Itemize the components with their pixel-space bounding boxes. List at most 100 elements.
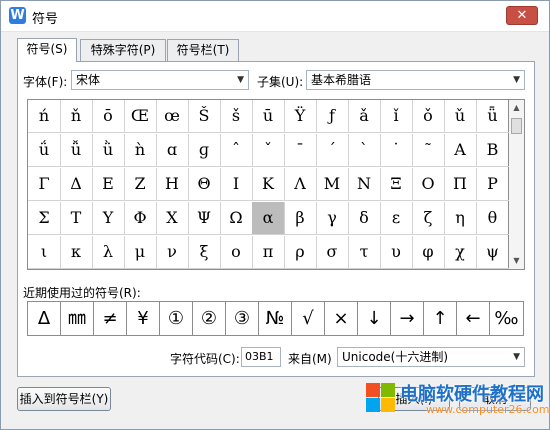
symbol-cell[interactable]: ǔ — [444, 100, 477, 133]
symbol-cell[interactable]: Β — [476, 134, 509, 167]
symbol-cell[interactable]: Π — [444, 168, 477, 201]
symbol-cell[interactable]: ō — [92, 100, 125, 133]
symbol-cell[interactable]: π — [252, 236, 285, 269]
symbol-cell[interactable]: θ — [476, 202, 509, 235]
symbol-cell[interactable]: ι — [28, 236, 61, 269]
recent-symbol-cell[interactable]: ① — [160, 302, 193, 335]
symbol-cell[interactable]: ǘ — [28, 134, 61, 167]
symbol-cell[interactable]: ρ — [284, 236, 317, 269]
symbol-cell[interactable]: η — [444, 202, 477, 235]
close-button[interactable]: ✕ — [506, 6, 538, 25]
symbol-cell[interactable]: Σ — [28, 202, 61, 235]
subset-select[interactable]: 基本希腊语 ▼ — [306, 70, 525, 90]
symbol-cell[interactable]: œ — [156, 100, 189, 133]
symbol-cell[interactable]: Κ — [252, 168, 285, 201]
symbol-cell[interactable]: ǹ — [124, 134, 157, 167]
symbol-cell[interactable]: ψ — [476, 236, 509, 269]
symbol-cell[interactable]: Θ — [188, 168, 221, 201]
symbol-cell[interactable]: Ψ — [188, 202, 221, 235]
symbol-cell[interactable]: Ÿ — [284, 100, 317, 133]
symbol-cell[interactable]: ƒ — [316, 100, 349, 133]
symbol-cell[interactable]: ǜ — [92, 134, 125, 167]
symbol-cell[interactable]: ǒ — [412, 100, 445, 133]
symbol-cell[interactable]: ˇ — [252, 134, 285, 167]
symbol-cell[interactable]: ǖ — [476, 100, 509, 133]
symbol-cell[interactable]: ˉ — [284, 134, 317, 167]
symbol-cell[interactable]: λ — [92, 236, 125, 269]
recent-symbol-cell[interactable]: ③ — [226, 302, 259, 335]
symbol-cell[interactable]: ǐ — [380, 100, 413, 133]
recent-symbol-cell[interactable]: ≠ — [94, 302, 127, 335]
symbol-cell[interactable]: Φ — [124, 202, 157, 235]
recent-symbol-cell[interactable]: ← — [457, 302, 490, 335]
symbol-cell[interactable]: σ — [316, 236, 349, 269]
symbol-cell[interactable]: ɡ — [188, 134, 221, 167]
recent-symbol-cell[interactable]: × — [325, 302, 358, 335]
symbol-cell[interactable]: ˆ — [220, 134, 253, 167]
symbol-cell[interactable]: ǎ — [348, 100, 381, 133]
symbol-cell[interactable]: Τ — [60, 202, 93, 235]
symbol-cell[interactable]: ν — [156, 236, 189, 269]
recent-symbol-cell[interactable]: ② — [193, 302, 226, 335]
char-code-input[interactable]: 03B1 — [241, 347, 281, 367]
recent-symbol-cell[interactable]: ↓ — [358, 302, 391, 335]
symbol-cell[interactable]: Ν — [348, 168, 381, 201]
recent-symbol-cell[interactable]: ㎜ — [61, 302, 94, 335]
symbol-cell[interactable]: Γ — [28, 168, 61, 201]
symbol-cell[interactable]: ε — [380, 202, 413, 235]
symbol-cell[interactable]: κ — [60, 236, 93, 269]
symbol-cell[interactable]: β — [284, 202, 317, 235]
symbol-cell[interactable]: ζ — [412, 202, 445, 235]
tab-symbol-bar[interactable]: 符号栏(T) — [167, 39, 239, 61]
symbol-cell[interactable]: ˊ — [316, 134, 349, 167]
symbol-cell[interactable]: α — [252, 202, 285, 235]
symbol-cell[interactable]: Δ — [60, 168, 93, 201]
encoding-select[interactable]: Unicode(十六进制) ▼ — [337, 347, 525, 367]
recent-symbol-cell[interactable]: ¥ — [127, 302, 160, 335]
symbol-cell[interactable]: γ — [316, 202, 349, 235]
symbol-cell[interactable]: Ι — [220, 168, 253, 201]
recent-symbol-cell[interactable]: № — [259, 302, 292, 335]
symbol-cell[interactable]: τ — [348, 236, 381, 269]
symbol-grid-scrollbar[interactable]: ▲ ▼ — [509, 99, 525, 270]
symbol-cell[interactable]: υ — [380, 236, 413, 269]
symbol-cell[interactable]: ˋ — [348, 134, 381, 167]
symbol-cell[interactable]: Ξ — [380, 168, 413, 201]
symbol-cell[interactable]: Š — [188, 100, 221, 133]
symbol-cell[interactable]: δ — [348, 202, 381, 235]
symbol-cell[interactable]: ˙ — [380, 134, 413, 167]
symbol-cell[interactable]: Ρ — [476, 168, 509, 201]
symbol-cell[interactable]: Υ — [92, 202, 125, 235]
symbol-cell[interactable]: ū — [252, 100, 285, 133]
tab-special-characters[interactable]: 特殊字符(P) — [80, 39, 166, 61]
tab-symbols[interactable]: 符号(S) — [17, 38, 77, 62]
symbol-cell[interactable]: ǚ — [60, 134, 93, 167]
symbol-cell[interactable]: Α — [444, 134, 477, 167]
recent-symbol-cell[interactable]: ↑ — [424, 302, 457, 335]
symbol-cell[interactable]: φ — [412, 236, 445, 269]
symbol-cell[interactable]: š — [220, 100, 253, 133]
symbol-cell[interactable]: μ — [124, 236, 157, 269]
font-select[interactable]: 宋体 ▼ — [71, 70, 249, 90]
scroll-up-icon[interactable]: ▲ — [509, 101, 524, 115]
symbol-cell[interactable]: ɑ — [156, 134, 189, 167]
symbol-cell[interactable]: ο — [220, 236, 253, 269]
symbol-cell[interactable]: Ε — [92, 168, 125, 201]
symbol-cell[interactable]: ξ — [188, 236, 221, 269]
symbol-cell[interactable]: ˜ — [412, 134, 445, 167]
symbol-cell[interactable]: Μ — [316, 168, 349, 201]
scroll-thumb[interactable] — [511, 118, 522, 134]
recent-symbol-cell[interactable]: Δ — [28, 302, 61, 335]
symbol-cell[interactable]: Ω — [220, 202, 253, 235]
symbol-cell[interactable]: Œ — [124, 100, 157, 133]
symbol-cell[interactable]: ń — [28, 100, 61, 133]
insert-to-symbol-bar-button[interactable]: 插入到符号栏(Y) — [17, 387, 111, 411]
symbol-cell[interactable]: Ζ — [124, 168, 157, 201]
symbol-cell[interactable]: Χ — [156, 202, 189, 235]
scroll-down-icon[interactable]: ▼ — [509, 254, 524, 268]
symbol-cell[interactable]: Η — [156, 168, 189, 201]
symbol-cell[interactable]: Ο — [412, 168, 445, 201]
symbol-cell[interactable]: χ — [444, 236, 477, 269]
recent-symbol-cell[interactable]: √ — [292, 302, 325, 335]
recent-symbol-cell[interactable]: → — [391, 302, 424, 335]
